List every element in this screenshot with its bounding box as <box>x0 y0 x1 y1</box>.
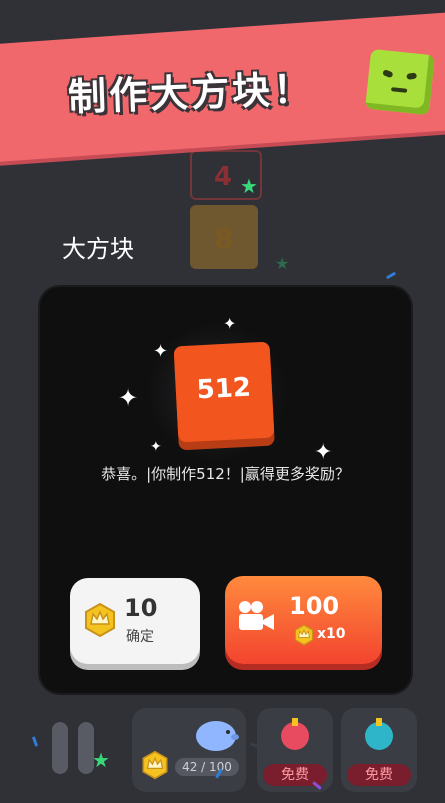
piggy-progress-text: 42 / 100 <box>175 758 239 776</box>
bg-tile-value: 8 <box>214 222 234 255</box>
sparkle-icon: ✦ <box>153 341 169 362</box>
star-confetti-icon: ★ <box>240 174 258 198</box>
confirm-button[interactable]: 10 确定 <box>70 578 200 664</box>
video-camera-icon <box>239 601 274 630</box>
confirm-amount: 10 <box>124 594 158 622</box>
confirm-label: 确定 <box>126 629 154 645</box>
sparkle-icon: ✦ <box>150 439 162 455</box>
video-multiplier: x10 <box>317 626 346 642</box>
hammer-icon <box>365 718 393 750</box>
free-badge: 免费 <box>347 764 411 786</box>
crown-coin-icon <box>85 602 115 638</box>
congrats-message: 恭喜。|你制作512！|赢得更多奖励？ <box>101 465 350 483</box>
crown-coin-icon <box>142 750 168 780</box>
sparkle-icon: ✦ <box>118 384 139 412</box>
piggy-bank-button[interactable] <box>132 708 246 792</box>
free-badge: 免费 <box>263 764 327 786</box>
bomb-powerup-button[interactable]: 免费 <box>257 708 333 792</box>
sparkle-icon: ✦ <box>223 314 237 333</box>
piggy-bank-icon <box>196 721 239 751</box>
bg-tile-value: 4 <box>214 162 233 192</box>
video-amount: 100 <box>289 592 340 620</box>
star-confetti-icon: ★ <box>275 254 290 273</box>
hammer-powerup-button[interactable]: 免费 <box>341 708 417 792</box>
pause-icon[interactable] <box>52 722 68 774</box>
bomb-icon <box>281 718 309 750</box>
green-block-mascot-icon <box>365 48 435 116</box>
sparkle-icon: ✦ <box>314 440 333 465</box>
star-confetti-icon: ★ <box>92 748 110 772</box>
section-title: 大方块 <box>62 235 134 263</box>
block-value: 512 <box>195 372 252 406</box>
crown-coin-icon <box>294 624 314 646</box>
new-block-512: 512 <box>173 341 275 443</box>
banner-title: 制作大方块！ <box>67 66 315 120</box>
